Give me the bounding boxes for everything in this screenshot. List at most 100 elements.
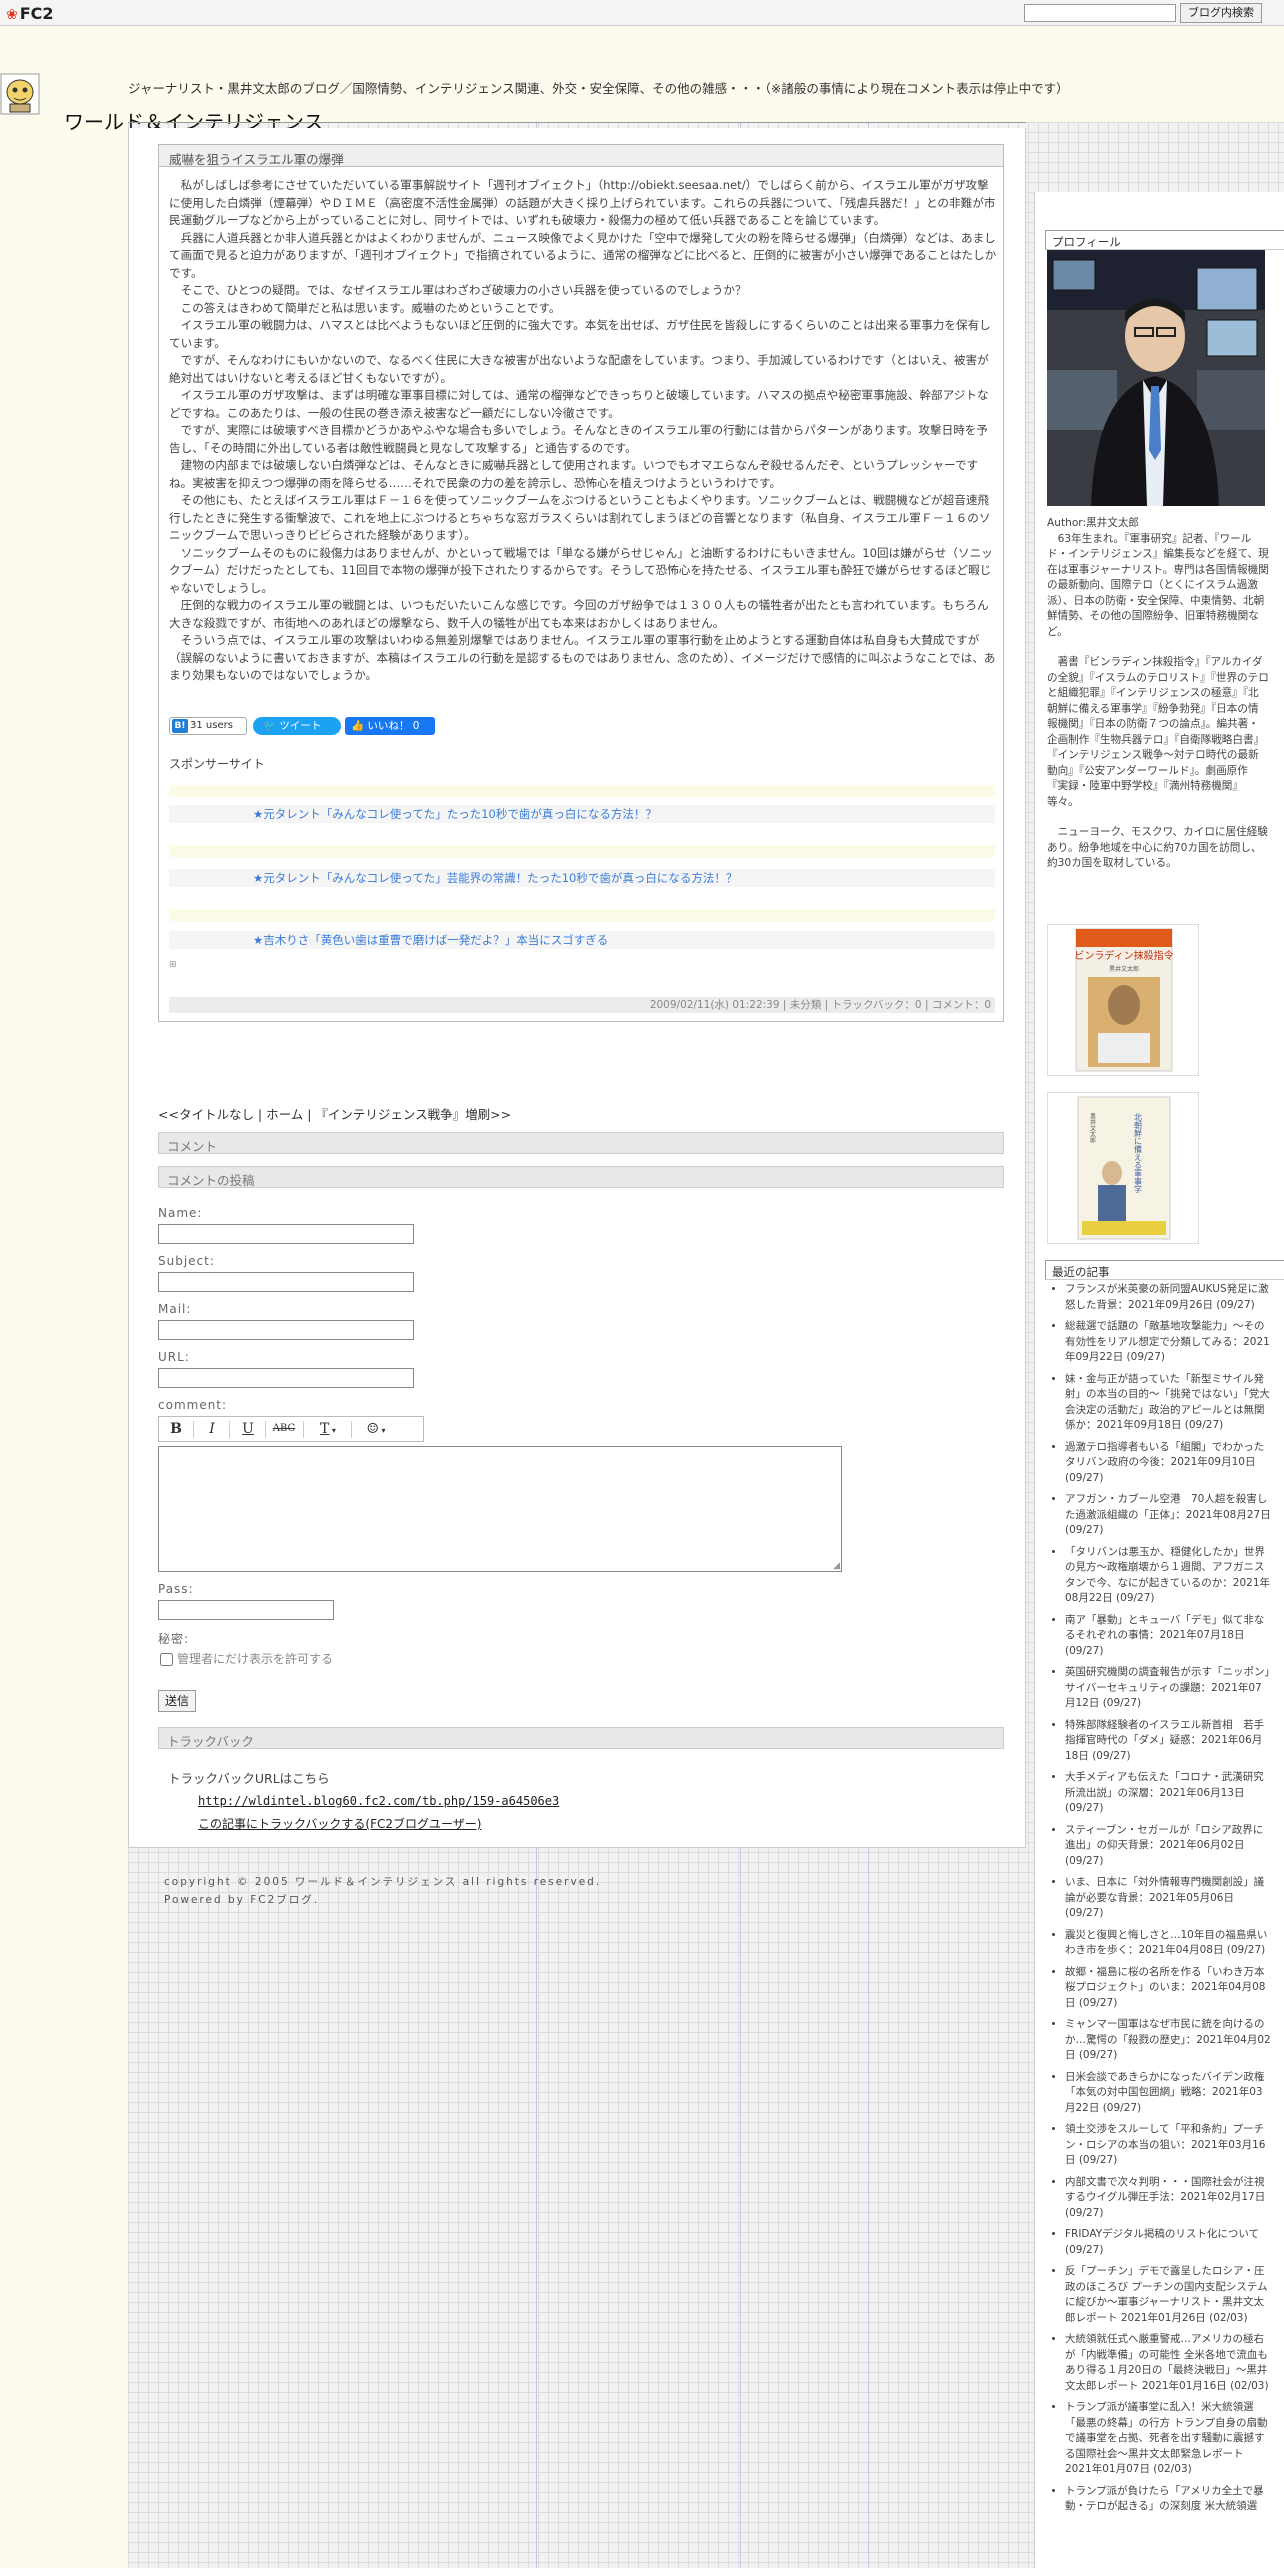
font-size-button[interactable]: T ▾: [311, 1420, 345, 1438]
recent-posts-list: フランスが米英豪の新同盟AUKUS発足に激怒した背景：2021年09月26日 (…: [1047, 1282, 1271, 2521]
recent-post-item[interactable]: 領土交渉をスルーして「平和条約」プーチン・ロシアの本当の狙い：2021年03月1…: [1065, 2122, 1271, 2169]
recent-post-item[interactable]: ミャンマー国軍はなぜ市民に銃を向けるのか…驚愕の「殺戮の歴史」：2021年04月…: [1065, 2017, 1271, 2064]
recent-post-item[interactable]: 反「プーチン」デモで露呈したロシア・圧政のほころび プーチンの国内支配システムに…: [1065, 2264, 1271, 2326]
recent-post-item[interactable]: 日米会談であきらかになったバイデン政権「本気の対中国包囲網」戦略：2021年03…: [1065, 2070, 1271, 2117]
blog-mascot-icon: [0, 73, 40, 115]
profile-paragraph: 著書『ビンラディン抹殺指令』『アルカイダの全貌』『イスラムのテロリスト』『世界の…: [1047, 656, 1269, 808]
recent-post-item[interactable]: 妹・金与正が語っていた「新型ミサイル発射」の本当の目的～「挑発ではない」「党大会…: [1065, 1372, 1271, 1434]
book-cover-2[interactable]: 北朝鮮に備える軍事学 黒井文太郎: [1047, 1092, 1199, 1244]
mail-input[interactable]: [158, 1320, 414, 1340]
twitter-bird-icon: 🐦: [263, 720, 280, 732]
recent-post-item[interactable]: 特殊部隊経験者のイスラエル新首相 若手指揮官時代の「ダメ」疑惑：2021年06月…: [1065, 1718, 1271, 1765]
recent-post-item[interactable]: トランプ派が議事堂に乱入！米大統領選「最悪の終幕」の行方 トランプ自身の扇動で議…: [1065, 2400, 1271, 2478]
ad-link[interactable]: ★吉木りさ「黄色い歯は重曹で磨けば一発だよ？」本当にスゴすぎる: [169, 931, 995, 949]
ad-info-icon[interactable]: ⊞: [169, 960, 177, 970]
trackback-fc2-link[interactable]: この記事にトラックバックする(FC2ブログユーザー): [198, 1815, 481, 1832]
underline-button[interactable]: U: [235, 1420, 261, 1438]
italic-button[interactable]: I: [199, 1420, 225, 1438]
ad-link[interactable]: ★元タレント「みんなコレ使ってた」芸能界の常識！たった10秒で歯が真っ白になる方…: [169, 869, 995, 887]
entry-navigation[interactable]: <<タイトルなし | ホーム | 『インテリジェンス戦争』増刷>>: [158, 1104, 511, 1123]
recent-post-item[interactable]: フランスが米英豪の新同盟AUKUS発足に激怒した背景：2021年09月26日 (…: [1065, 1282, 1271, 1313]
toolbar-separator: [303, 1421, 304, 1438]
recent-post-item[interactable]: いま、日本に「対外情報専門機関創設」議論が必要な背景：2021年05月06日 (…: [1065, 1875, 1271, 1922]
sidebar: プロフィール Author:黒井文太郎 63年生まれ。『軍事研究』記者、『ワール…: [1034, 192, 1284, 2568]
entry-meta-footer[interactable]: 2009/02/11(水) 01:22:39 | 未分類 | トラックバック：0…: [169, 997, 995, 1013]
recent-post-item[interactable]: 「タリバンは悪玉か、穏健化したか」世界の見方～政権崩壊から１週間、アフガニスタン…: [1065, 1545, 1271, 1607]
ad-link[interactable]: ★元タレント「みんなコレ使ってた」たった10秒で歯が真っ白になる方法！？: [169, 805, 995, 823]
profile-photo-image: [1047, 250, 1265, 506]
thumbs-up-icon: 👍: [351, 720, 368, 732]
book-cover-image: 北朝鮮に備える軍事学 黒井文太郎: [1077, 1096, 1171, 1240]
recent-post-item[interactable]: トランプ派が負けたら「アメリカ全土で暴動・テロが起きる」の深刻度 米大統領選: [1065, 2484, 1271, 2515]
entry-body: 私がしばしば参考にさせていただいている軍事解説サイト「週刊オブイェクト」（htt…: [169, 177, 997, 685]
profile-photo: [1047, 250, 1265, 506]
toolbar-separator: [351, 1421, 352, 1438]
recent-post-item[interactable]: 南ア「暴動」とキューバ「デモ」似て非なるそれぞれの事情：2021年07月18日 …: [1065, 1613, 1271, 1660]
recent-post-item[interactable]: アフガン・カブール空港 70人超を殺害した過激派組織の「正体」：2021年08月…: [1065, 1492, 1271, 1539]
password-input[interactable]: [158, 1600, 334, 1620]
recent-post-item[interactable]: 震災と復興と悔しさと…10年目の福島県いわき市を歩く：2021年04月08日 (…: [1065, 1928, 1271, 1959]
powered-by[interactable]: Powered by FC2ブログ.: [164, 1892, 319, 1907]
hatena-bookmark-button[interactable]: B! 31 users: [169, 717, 247, 735]
recent-post-item[interactable]: 故郷・福島に桜の名所を作る「いわき万本桜プロジェクト」のいま：2021年04月0…: [1065, 1965, 1271, 2012]
entry-paragraph: ソニックブームそのものに殺傷力はありませんが、かといって戦場では「単なる嫌がらせ…: [169, 545, 993, 595]
name-input[interactable]: [158, 1224, 414, 1244]
copyright: copyright © 2005 ワールド＆インテリジェンス all right…: [164, 1876, 602, 1888]
profile-paragraph: Author:黒井文太郎 63年生まれ。『軍事研究』記者、『ワールド・インテリジ…: [1047, 517, 1269, 638]
secret-checkbox-label: 管理者にだけ表示を許可する: [177, 1652, 334, 1666]
url-label: URL:: [158, 1350, 190, 1364]
entry-paragraph: イスラエル軍の戦闘力は、ハマスとは比べようもないほど圧倒的に強大です。本気を出せ…: [169, 318, 991, 350]
recent-post-item[interactable]: FRIDAYデジタル掲稿のリスト化について (09/27): [1065, 2227, 1271, 2258]
recent-post-item[interactable]: 英国研究機関の調査報告が示す「ニッポン」サイバーセキュリティの課題：2021年0…: [1065, 1665, 1271, 1712]
emoji-button[interactable]: ☺ ▾: [359, 1420, 393, 1438]
book-title-1: ビンラディン抹殺指令: [1074, 949, 1173, 962]
ad-spacer: [169, 785, 995, 797]
secret-label: 秘密:: [158, 1632, 190, 1646]
book-author-2: 黒井文太郎: [1089, 1113, 1096, 1144]
comment-textarea[interactable]: ◢: [158, 1446, 842, 1572]
tweet-button[interactable]: 🐦 ツイート: [253, 717, 341, 735]
dropdown-caret-icon: ▾: [379, 1426, 386, 1435]
trackback-url[interactable]: http://wldintel.blog60.fc2.com/tb.php/15…: [198, 1794, 559, 1808]
recent-post-item[interactable]: 大統領就任式へ厳重警戒…アメリカの極右が「内戦準備」の可能性 全米各地で流血もあ…: [1065, 2332, 1271, 2394]
smiley-icon: ☺: [366, 1421, 379, 1437]
dropdown-caret-icon: ▾: [329, 1426, 336, 1435]
secret-option: 管理者にだけ表示を許可する: [158, 1650, 333, 1667]
send-button[interactable]: 送信: [158, 1690, 196, 1712]
bold-button[interactable]: B: [163, 1420, 189, 1438]
blog-entry: 威嚇を狙うイスラエル軍の爆弾 私がしばしば参考にさせていただいている軍事解説サイ…: [158, 144, 1004, 1022]
ad-spacer: [169, 909, 995, 921]
recent-posts-heading: 最近の記事: [1045, 1260, 1284, 1280]
profile-heading: プロフィール: [1045, 230, 1284, 250]
recent-post-item[interactable]: 内部文書で次々判明・・・国際社会が注視するウイグル弾圧手法：2021年02月17…: [1065, 2175, 1271, 2222]
facebook-like-button[interactable]: 👍 いいね！ 0: [345, 717, 435, 735]
resize-handle-icon[interactable]: ◢: [833, 1561, 840, 1571]
recent-post-item[interactable]: 大手メディアも伝えた「コロナ・武漢研究所流出説」の深層：2021年06月13日 …: [1065, 1770, 1271, 1817]
book-cover-1[interactable]: ビンラディン抹殺指令 黒井文太郎: [1047, 924, 1199, 1076]
ad-spacer: [169, 845, 995, 857]
entry-paragraph: ですが、そんなわけにもいかないので、なるべく住民に大きな被害が出ないような配慮を…: [169, 353, 989, 385]
book-cover-image: ビンラディン抹殺指令 黒井文太郎: [1074, 928, 1174, 1072]
entry-paragraph: そこで、ひとつの疑問。では、なぜイスラエル軍はわざわざ破壊力の小さい兵器を使って…: [169, 283, 747, 297]
strikethrough-button[interactable]: ABC: [271, 1420, 297, 1438]
recent-post-item[interactable]: 過激テロ指導者もいる「組閣」でわかったタリバン政府の今後：2021年09月10日…: [1065, 1440, 1271, 1487]
subject-input[interactable]: [158, 1272, 414, 1292]
fc2-logo[interactable]: ❀ FC2: [6, 4, 54, 23]
blog-search-button[interactable]: ブログ内検索: [1180, 3, 1262, 23]
entry-paragraph: この答えはきわめて簡単だと私は思います。威嚇のためということです。: [169, 300, 561, 315]
recent-post-item[interactable]: スティーブン・セガールが「ロシア政界に進出」の仰天背景：2021年06月02日 …: [1065, 1823, 1271, 1870]
secret-checkbox[interactable]: [160, 1653, 173, 1666]
entry-title[interactable]: 威嚇を狙うイスラエル軍の爆弾: [159, 145, 1003, 167]
recent-post-item[interactable]: 総裁選で話題の「敵基地攻撃能力」～その有効性をリアル想定で分類してみる：2021…: [1065, 1319, 1271, 1366]
entry-paragraph: その他にも、たとえばイスラエル軍はＦ－１６を使ってソニックブームをぶつけるという…: [169, 493, 991, 542]
comments-section-header: コメント: [158, 1132, 1004, 1154]
profile-paragraph: ニューヨーク、モスクワ、カイロに居住経験あり。紛争地域を中心に約70カ国を訪問し…: [1047, 826, 1268, 869]
trackback-url-label: トラックバックURLはこちら: [168, 1771, 330, 1786]
entry-paragraph: ですが、実際には破壊すべき目標かどうかあやふやな場合も多いでしょう。そんなときの…: [169, 423, 988, 455]
url-input[interactable]: [158, 1368, 414, 1388]
entry-paragraph: イスラエル軍のガザ攻撃は、まずは明確な軍事目標に対しては、通常の榴弾などできっち…: [169, 388, 989, 420]
comment-post-section-header: コメントの投稿: [158, 1166, 1004, 1188]
subject-label: Subject:: [158, 1254, 215, 1268]
entry-paragraph: 建物の内部までは破壊しない白燐弾などは、そんなときに威嚇兵器として使用されます。…: [169, 458, 979, 490]
blog-search-input[interactable]: [1024, 4, 1176, 22]
